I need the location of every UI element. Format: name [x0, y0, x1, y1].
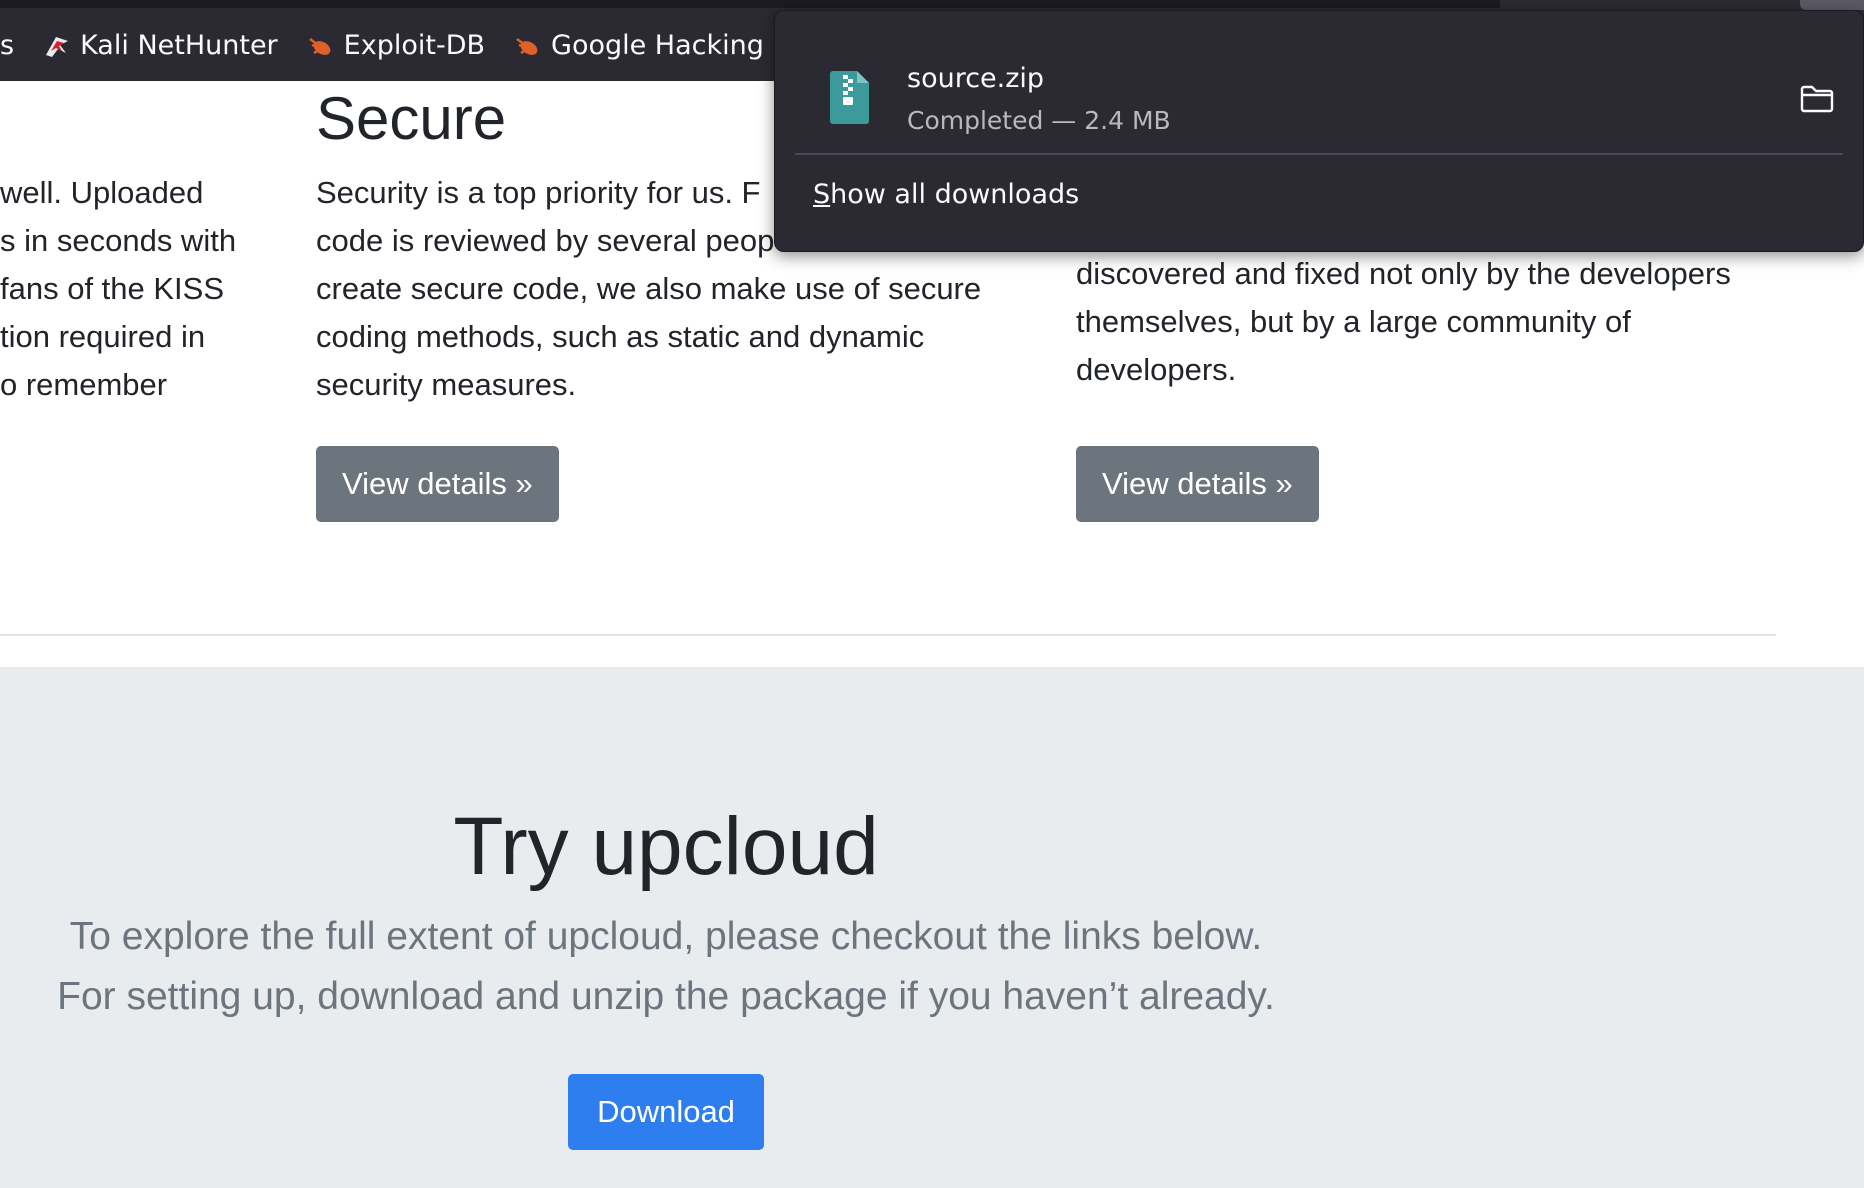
jumbotron-lead-line: For setting up, download and unzip the p…	[57, 975, 1275, 1018]
downloads-panel: source.zip Completed — 2.4 MB Show all d…	[774, 10, 1864, 252]
kali-dragon-icon	[42, 31, 72, 61]
feature-text-line: security measures.	[316, 367, 577, 402]
show-all-downloads-button[interactable]: Show all downloads	[813, 179, 1079, 210]
url-bar-edge	[0, 0, 1500, 8]
jumbotron-lead-line: To explore the full extent of upcloud, p…	[69, 915, 1263, 958]
bookmark-label: Kali NetHunter	[80, 30, 278, 61]
download-item[interactable]: source.zip Completed — 2.4 MB	[795, 27, 1843, 147]
bookmark-item-google-hacking[interactable]: Google Hacking D	[513, 30, 793, 61]
toolbar-button-edge[interactable]	[1800, 0, 1864, 10]
feature-text-line: o remember	[0, 367, 168, 402]
download-status: Completed — 2.4 MB	[907, 106, 1171, 135]
download-filename: source.zip	[907, 63, 1045, 94]
bookmark-item-kali-nethunter[interactable]: Kali NetHunter	[42, 30, 278, 61]
feature-column-open-source: discovered and fixed not only by the dev…	[1076, 250, 1836, 394]
download-button[interactable]: Download	[568, 1074, 764, 1150]
bookmark-label: Exploit-DB	[343, 30, 486, 61]
exploit-db-bug-icon	[513, 31, 543, 61]
zip-file-icon	[829, 69, 871, 129]
section-divider	[0, 634, 1776, 636]
feature-text-line: tion required in	[0, 319, 206, 354]
downloads-separator	[795, 153, 1843, 155]
folder-icon[interactable]	[1799, 83, 1835, 115]
jumbotron-title: Try upcloud	[453, 801, 879, 892]
view-details-button-open-source[interactable]: View details »	[1076, 446, 1319, 522]
bookmark-item-truncated[interactable]: s	[0, 30, 14, 61]
feature-column-left: well. Uploaded s in seconds with fans of…	[0, 169, 280, 409]
feature-text-line: themselves, but by a large community of	[1076, 304, 1631, 339]
bookmark-item-exploit-db[interactable]: Exploit-DB	[306, 30, 485, 61]
feature-text-line: fans of the KISS	[0, 271, 225, 306]
feature-text-line: create secure code, we also make use of …	[316, 271, 982, 306]
access-key: S	[813, 179, 831, 210]
bookmark-label: Google Hacking D	[551, 30, 794, 61]
feature-text-line: s in seconds with	[0, 223, 237, 258]
browser-top-strip	[0, 0, 1864, 10]
view-details-button-secure[interactable]: View details »	[316, 446, 559, 522]
feature-text-line: well. Uploaded	[0, 175, 204, 210]
feature-text-line: discovered and fixed not only by the dev…	[1076, 256, 1731, 291]
jumbotron: Try upcloud To explore the full extent o…	[0, 667, 1864, 1188]
show-all-label: how all downloads	[830, 179, 1080, 210]
bookmark-label: s	[0, 30, 15, 61]
feature-text-line: coding methods, such as static and dynam…	[316, 319, 925, 354]
feature-text-line: developers.	[1076, 352, 1237, 387]
jumbotron-lead: To explore the full extent of upcloud, p…	[0, 907, 1332, 1027]
exploit-db-bug-icon	[306, 31, 336, 61]
